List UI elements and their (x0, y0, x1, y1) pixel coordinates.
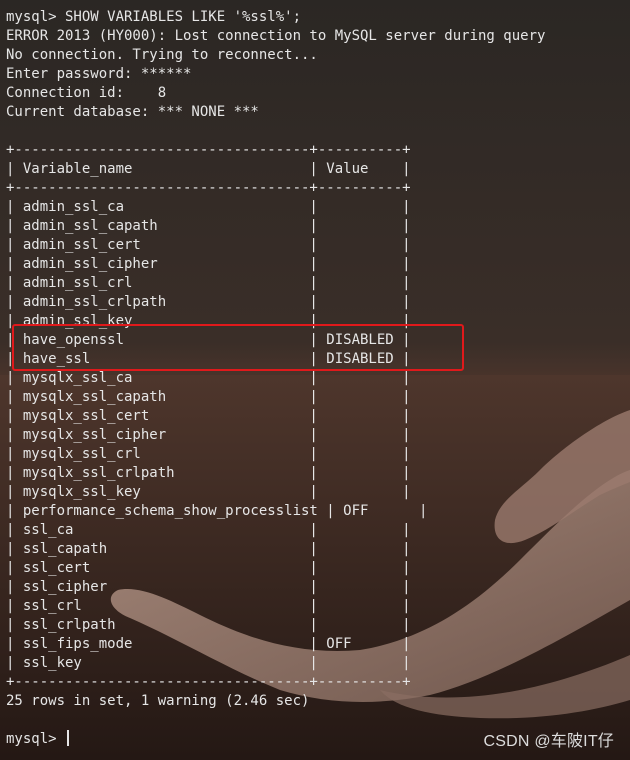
watermark: CSDN @车陂IT仔 (483, 733, 614, 750)
terminal-line: Current database: *** NONE *** (6, 104, 259, 120)
terminal-line: | ssl_ca | | (6, 522, 411, 538)
terminal-line: ERROR 2013 (HY000): Lost connection to M… (6, 28, 546, 44)
terminal-line: | admin_ssl_cipher | | (6, 256, 411, 272)
terminal-line: 25 rows in set, 1 warning (2.46 sec) (6, 693, 310, 709)
terminal-line: | admin_ssl_ca | | (6, 199, 411, 215)
terminal-line: | ssl_capath | | (6, 541, 411, 557)
terminal-line: +-----------------------------------+---… (6, 674, 411, 690)
terminal-line: | admin_ssl_capath | | (6, 218, 411, 234)
terminal-line: | mysqlx_ssl_cert | | (6, 408, 411, 424)
terminal-line: | ssl_cert | | (6, 560, 411, 576)
terminal-line: Connection id: 8 (6, 85, 167, 101)
prompt-line[interactable]: mysql> (6, 730, 545, 749)
terminal-line: mysql> SHOW VARIABLES LIKE '%ssl%'; (6, 9, 302, 25)
terminal-line: | admin_ssl_cert | | (6, 237, 411, 253)
terminal-line: Enter password: ****** (6, 66, 192, 82)
terminal-line: | mysqlx_ssl_key | | (6, 484, 411, 500)
terminal-line: | ssl_fips_mode | OFF | (6, 636, 411, 652)
terminal-line: | ssl_key | | (6, 655, 411, 671)
terminal-line: | mysqlx_ssl_crlpath | | (6, 465, 411, 481)
terminal-line: | mysqlx_ssl_crl | | (6, 446, 411, 462)
terminal-line: | ssl_crl | | (6, 598, 411, 614)
prompt-text: mysql> (6, 731, 66, 747)
terminal-line: | mysqlx_ssl_cipher | | (6, 427, 411, 443)
terminal-line: No connection. Trying to reconnect... (6, 47, 318, 63)
terminal-line: | Variable_name | Value | (6, 161, 411, 177)
terminal-line: | ssl_cipher | | (6, 579, 411, 595)
terminal-line: | admin_ssl_crl | | (6, 275, 411, 291)
text-cursor (67, 730, 70, 746)
terminal-line: | ssl_crlpath | | (6, 617, 411, 633)
terminal-line: +-----------------------------------+---… (6, 180, 411, 196)
terminal-line: | performance_schema_show_processlist | … (6, 503, 428, 519)
terminal-output: mysql> SHOW VARIABLES LIKE '%ssl%'; ERROR… (6, 8, 545, 749)
terminal-line: +-----------------------------------+---… (6, 142, 411, 158)
terminal-line: | mysqlx_ssl_capath | | (6, 389, 411, 405)
terminal-line: | admin_ssl_crlpath | | (6, 294, 411, 310)
terminal-line: | mysqlx_ssl_ca | | (6, 370, 411, 386)
highlight-box (12, 324, 464, 371)
